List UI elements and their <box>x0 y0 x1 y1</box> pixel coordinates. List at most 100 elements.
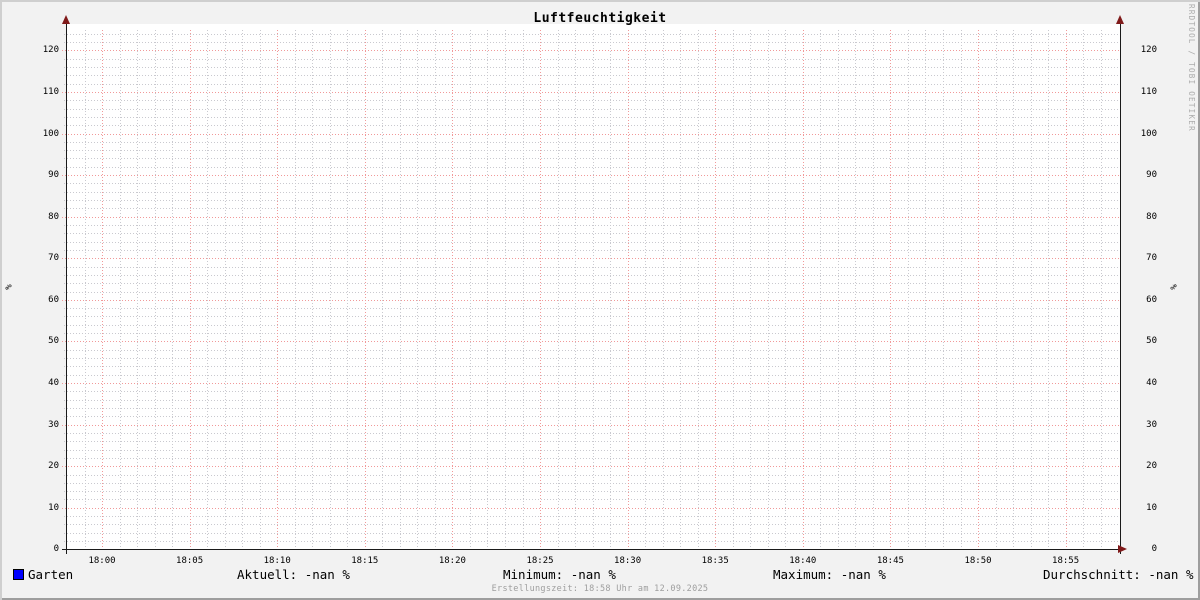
gridline-v-minor <box>907 30 909 549</box>
footer-timestamp: Erstellungszeit: 18:58 Uhr am 12.09.2025 <box>491 584 709 594</box>
gridline-v-minor <box>943 30 944 549</box>
gridline-v-minor <box>399 30 401 549</box>
gridline-v-minor <box>382 30 384 549</box>
gridline-v-minor <box>294 30 296 549</box>
gridline-v-minor <box>837 30 839 549</box>
y-axis-arrow-left-icon <box>62 15 70 24</box>
stat-minimum: Minimum: -nan % <box>503 567 616 582</box>
stat-durchschnitt: Durchschnitt: -nan % <box>1043 567 1194 582</box>
x-axis <box>62 549 1120 550</box>
gridline-v-minor <box>434 30 436 549</box>
gridline-v-minor <box>347 30 349 549</box>
gridline-v-minor <box>154 30 156 549</box>
gridline-v-minor <box>750 30 752 549</box>
gridline-v-minor <box>855 30 857 549</box>
gridline-v-minor <box>259 30 261 549</box>
gridline-v-minor <box>1100 30 1102 549</box>
gridline-v-minor <box>662 30 664 549</box>
y-tick-label-right: 10 <box>1146 502 1157 513</box>
gridline-v-minor <box>242 30 244 549</box>
x-tick-label: 18:45 <box>876 556 904 566</box>
gridline-v-minor <box>1083 30 1085 549</box>
gridline-v-major <box>802 30 804 549</box>
y-tick-label-right: 20 <box>1146 461 1157 472</box>
gridline-v-major <box>540 30 541 549</box>
gridline-v-minor <box>557 30 559 549</box>
legend-swatch-garten <box>13 569 24 580</box>
y-tick-label-left: 0 <box>53 544 59 555</box>
gridline-v-minor <box>872 30 874 549</box>
gridline-v-major <box>978 30 979 549</box>
gridline-v-minor <box>767 30 769 549</box>
y-tick-label-right: 0 <box>1151 544 1157 555</box>
y-tick-label-right: 70 <box>1146 253 1157 264</box>
gridline-v-minor <box>1048 30 1050 549</box>
x-tick-label: 18:15 <box>351 556 379 566</box>
x-tick-label: 18:30 <box>614 556 642 566</box>
gridline-v-major <box>715 30 717 549</box>
gridline-v-minor <box>697 30 699 549</box>
gridline-v-major <box>890 30 892 549</box>
y-tick-label-left: 40 <box>48 378 59 388</box>
x-tick-label: 18:35 <box>701 556 729 566</box>
gridline-v-minor <box>575 30 576 549</box>
gridline-v-minor <box>925 30 927 549</box>
gridline-v-minor <box>119 30 121 549</box>
gridline-v-minor <box>417 30 419 549</box>
gridline-v-major <box>277 30 279 549</box>
x-tick-label: 18:40 <box>789 556 817 566</box>
gridline-v-minor <box>610 30 612 549</box>
gridline-v-minor <box>680 30 682 549</box>
y-tick-label-right: 50 <box>1146 336 1157 347</box>
gridline-v-minor <box>522 30 524 549</box>
y-tick-label-left: 10 <box>48 502 59 513</box>
gridline-v-minor <box>732 30 734 549</box>
gridline-v-minor <box>487 30 489 549</box>
gridline-v-minor <box>785 30 787 549</box>
x-tick-label: 18:05 <box>176 556 204 566</box>
gridline-v-minor <box>84 30 86 549</box>
y-axis-right <box>1120 20 1121 554</box>
legend-series-label: Garten <box>28 567 74 582</box>
x-tick-label: 18:20 <box>438 556 466 566</box>
gridline-v-minor <box>329 30 331 549</box>
gridline-v-minor <box>172 30 174 549</box>
gridline-v-minor <box>1013 30 1014 549</box>
y-tick-label-right: 80 <box>1146 211 1157 222</box>
y-tick-label-left: 80 <box>48 211 59 222</box>
stat-maximum: Maximum: -nan % <box>773 567 886 582</box>
y-axis-unit-left: % <box>4 284 15 290</box>
rrd-graph: 0 0 10 10 20 20 30 30 40 40 50 50 60 60 70 70 80 80 90 90 10… <box>0 0 1200 600</box>
x-axis-arrow-icon <box>1118 545 1127 553</box>
y-tick-label-right: 120 <box>1140 45 1157 56</box>
y-tick-label-left: 110 <box>42 86 59 97</box>
gridline-v-major <box>1065 30 1067 549</box>
x-tick-label: 18:25 <box>526 556 554 566</box>
gridline-v-minor <box>137 30 138 549</box>
y-tick-label-left: 70 <box>48 253 59 264</box>
y-tick-label-right: 40 <box>1146 378 1157 388</box>
gridline-v-minor <box>820 30 822 549</box>
y-tick-label-right: 90 <box>1146 170 1157 181</box>
y-tick-label-left: 30 <box>48 419 59 430</box>
gridline-v-minor <box>592 30 594 549</box>
gridline-v-minor <box>505 30 506 549</box>
gridline-v-minor <box>207 30 209 549</box>
gridline-v-minor <box>645 30 647 549</box>
y-tick-label-left: 20 <box>48 461 59 472</box>
x-tick-label: 18:10 <box>263 556 291 566</box>
gridline-v-major <box>364 30 366 549</box>
y-tick-label-left: 100 <box>42 128 59 139</box>
gridline-v-minor <box>312 30 314 549</box>
y-tick-label-right: 60 <box>1146 294 1157 305</box>
x-tick-label: 18:00 <box>88 556 116 566</box>
chart-title: Luftfeuchtigkeit <box>533 11 667 26</box>
gridline-v-minor <box>469 30 471 549</box>
gridline-v-minor <box>960 30 962 549</box>
y-tick-label-left: 120 <box>42 45 59 56</box>
y-axis-left <box>66 20 67 554</box>
gridline-v-major <box>627 30 629 549</box>
y-axis-unit-right: % <box>1167 284 1178 290</box>
x-tick-label: 18:50 <box>964 556 992 566</box>
gridline-v-major <box>102 30 103 549</box>
